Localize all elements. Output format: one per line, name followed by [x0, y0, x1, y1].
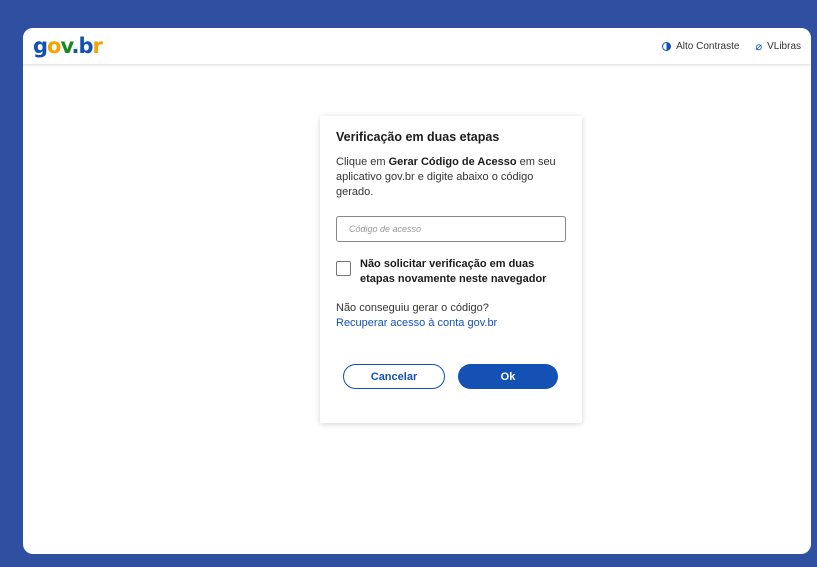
logo-letter-b: b	[78, 33, 93, 58]
top-header: gov.br Alto Contraste ⌀ VLibras	[23, 28, 811, 64]
header-actions: Alto Contraste ⌀ VLibras	[662, 40, 801, 53]
cancel-button[interactable]: Cancelar	[343, 364, 445, 389]
remember-browser-row[interactable]: Não solicitar verificação em duas etapas…	[336, 257, 566, 287]
browser-viewport: gov.br Alto Contraste ⌀ VLibras Verifica…	[23, 28, 811, 554]
dialog-description: Clique em Gerar Código de Acesso em seu …	[336, 155, 566, 200]
govbr-logo[interactable]: gov.br	[33, 33, 103, 58]
two-step-dialog: Verificação em duas etapas Clique em Ger…	[320, 116, 582, 423]
logo-letter-r: r	[92, 33, 103, 58]
dialog-actions: Cancelar Ok	[336, 364, 566, 389]
recover-access-link[interactable]: Recuperar acesso à conta gov.br	[336, 316, 566, 331]
vlibras-icon: ⌀	[755, 40, 763, 53]
desc-prefix: Clique em	[336, 156, 389, 168]
vlibras-link[interactable]: ⌀ VLibras	[755, 40, 801, 53]
high-contrast-label: Alto Contraste	[676, 40, 740, 52]
vlibras-label: VLibras	[767, 40, 801, 52]
dialog-title: Verificação em duas etapas	[336, 130, 500, 144]
desc-bold: Gerar Código de Acesso	[388, 156, 517, 168]
ok-button[interactable]: Ok	[458, 364, 558, 389]
access-code-input[interactable]	[336, 216, 566, 242]
logo-letter-o: o	[47, 33, 61, 58]
remember-browser-checkbox[interactable]	[336, 261, 351, 276]
logo-letter-g: g	[33, 33, 48, 58]
remember-browser-label[interactable]: Não solicitar verificação em duas etapas…	[360, 257, 566, 287]
help-text: Não conseguiu gerar o código?	[336, 302, 489, 314]
high-contrast-toggle[interactable]: Alto Contraste	[662, 41, 739, 52]
contrast-icon	[662, 41, 672, 51]
logo-letter-v: v	[60, 33, 72, 58]
